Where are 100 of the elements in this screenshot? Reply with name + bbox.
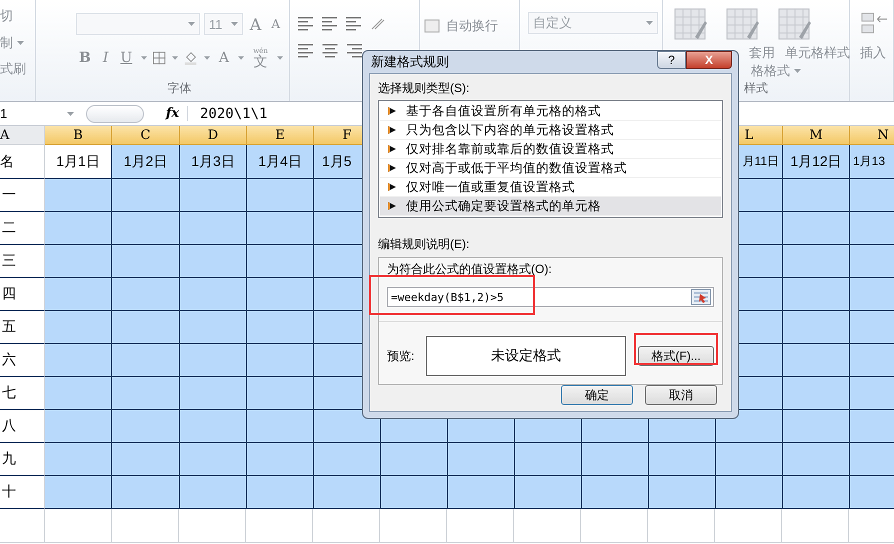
ok-button[interactable]: 确定 [561,385,633,405]
table-cell [180,212,247,245]
table-cell: 二 [0,212,45,245]
column-header[interactable]: B [45,126,112,145]
table-cell [180,377,247,410]
table-cell [783,179,850,212]
font-name-field[interactable] [76,13,200,35]
table-cell [783,443,850,476]
table-cell [246,509,313,543]
table-cell: 1月2日 [112,145,180,179]
triangle-icon [388,202,396,210]
table-cell: 十 [0,476,45,509]
insert-function-button[interactable]: fx [158,106,188,121]
caret-icon [794,69,801,73]
top-align-icon[interactable] [298,17,314,31]
table-cell [783,212,850,245]
help-button[interactable]: ? [657,51,686,69]
table-cell [247,311,314,344]
table-cell [45,377,112,410]
table-cell [783,410,850,443]
table-cell [112,212,180,245]
cancel-button[interactable]: 取消 [645,385,717,405]
group-label: 样式 [744,80,768,97]
table-cell: 八 [0,410,45,443]
table-cell [179,509,246,543]
column-header[interactable]: C [112,126,180,145]
table-cell: 三 [0,245,45,278]
table-cell [180,278,247,311]
rule-type-label: 选择规则类型(S): [378,80,470,97]
table-cell [247,212,314,245]
triangle-icon [388,183,396,191]
table-cell [716,476,783,509]
table-cell [180,311,247,344]
dialog-title: 新建格式规则 [370,53,449,71]
rule-type-item[interactable]: 使用公式确定要设置格式的单元格 [380,197,721,216]
preview-label: 预览: [387,348,414,364]
column-header[interactable]: D [180,126,247,145]
wrap-text-icon[interactable] [424,19,442,33]
caret-icon [238,56,244,60]
table-cell [112,344,180,377]
table-cell [45,509,112,543]
rule-type-item[interactable]: 仅对唯一值或重复值设置格式 [380,178,721,197]
table-cell [314,476,381,509]
align-center-icon[interactable] [322,44,338,58]
rule-type-item[interactable]: 仅对排名靠前或靠后的数值设置格式 [380,140,721,159]
column-header[interactable]: A [0,126,45,145]
table-cell [448,476,515,509]
caret-icon [646,21,653,25]
format-button[interactable]: 格式(F)... [638,346,714,366]
caret-icon [204,56,210,60]
table-cell [313,509,380,543]
table-cell [380,509,447,543]
table-cell: 四 [0,278,45,311]
column-header[interactable]: N [850,126,894,145]
rule-type-item[interactable]: 仅对高于或低于平均值的数值设置格式 [380,159,721,178]
formula-input-field[interactable]: =weekday(B$1,2)>5 [387,287,714,308]
triangle-icon [388,126,396,134]
table-cell: 五 [0,311,45,344]
table-cell [716,410,783,443]
formula-text[interactable]: 2020\1\1 [188,106,268,122]
border-icon[interactable] [153,51,166,65]
formula-label: 为符合此公式的值设置格式(O): [387,261,553,278]
cell-styles-icon[interactable] [777,7,811,41]
table-cell [112,377,180,410]
name-box[interactable]: 1 [0,104,80,124]
column-header[interactable]: M [783,126,850,145]
table-cell [112,179,180,212]
edit-rule-label: 编辑规则说明(E): [378,236,470,253]
triangle-icon [388,164,396,172]
triangle-icon [388,107,396,115]
table-cell [782,509,849,543]
table-cell [180,245,247,278]
table-cell [582,476,649,509]
splitter-handle[interactable] [86,104,144,122]
table-cell [783,311,850,344]
table-cell: 1月13 [850,145,894,179]
caret-icon [172,56,178,60]
caret-icon [188,22,195,26]
table-cell: 1月4日 [247,145,314,179]
align-left-icon[interactable] [298,44,314,58]
paint-bucket-icon[interactable] [184,50,198,66]
column-header[interactable]: E [247,126,314,145]
middle-align-icon[interactable] [322,17,338,31]
table-cell [112,476,180,509]
table-cell [381,476,448,509]
rule-type-item[interactable]: 基于各自值设置所有单元格的格式 [380,102,721,121]
table-cell [448,443,515,476]
table-cell [314,443,381,476]
conditional-format-icon[interactable] [673,7,707,41]
table-cell [447,509,514,543]
table-cell: 九 [0,443,45,476]
rule-type-item[interactable]: 只为包含以下内容的单元格设置格式 [380,121,721,140]
table-cell [112,311,180,344]
range-select-icon[interactable] [691,289,711,306]
bottom-align-icon[interactable] [346,17,362,31]
caret-icon [230,22,238,26]
align-right-icon[interactable] [346,44,362,58]
table-cell [180,179,247,212]
table-cell [247,410,314,443]
table-format-icon[interactable] [725,7,759,41]
